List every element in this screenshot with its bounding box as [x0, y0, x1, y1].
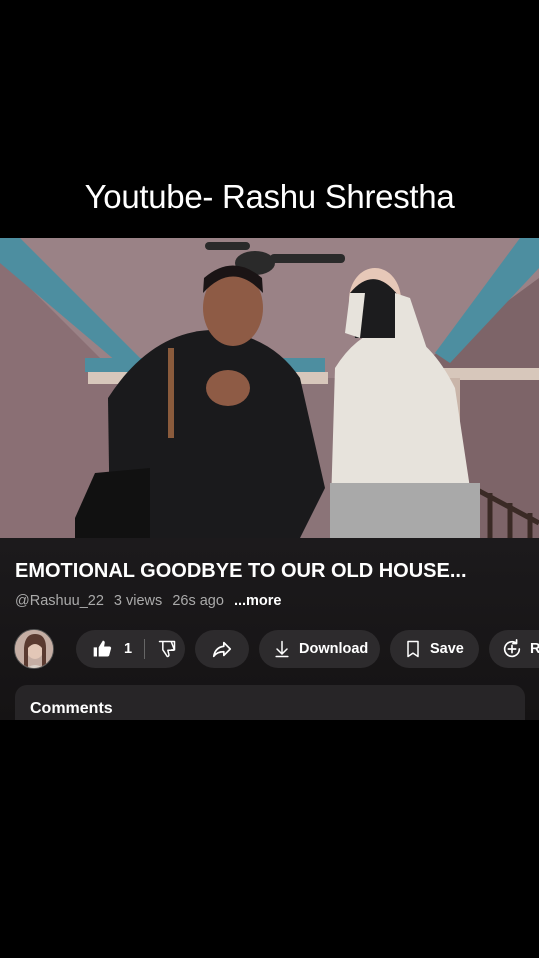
download-icon [272, 639, 292, 659]
download-label: Download [299, 641, 369, 657]
remix-label: Re [530, 641, 539, 657]
like-count: 1 [124, 641, 133, 657]
avatar-image [15, 630, 53, 668]
upload-age: 26s ago [172, 593, 224, 609]
comments-section[interactable]: Comments [15, 685, 525, 720]
share-button[interactable] [195, 630, 249, 668]
action-bar: 1 Download Save R [14, 629, 539, 669]
save-icon [403, 639, 423, 659]
channel-avatar[interactable] [14, 629, 54, 669]
share-icon [211, 638, 233, 660]
video-title[interactable]: EMOTIONAL GOODBYE TO OUR OLD HOUSE... [15, 560, 467, 583]
more-link[interactable]: ...more [234, 593, 282, 609]
like-separator [144, 639, 146, 659]
download-button[interactable]: Download [259, 630, 380, 668]
like-icon[interactable] [92, 639, 112, 659]
view-count: 3 views [113, 593, 163, 609]
remix-button[interactable]: Re [489, 630, 539, 668]
dislike-icon[interactable] [157, 639, 177, 659]
comments-label: Comments [30, 700, 113, 717]
channel-handle[interactable]: @Rashuu_22 [15, 593, 104, 609]
video-meta: @Rashuu_22 3 views 26s ago ...more [15, 593, 288, 609]
video-player[interactable] [0, 238, 539, 538]
remix-icon [501, 638, 523, 660]
overlay-caption: Youtube- Rashu Shrestha [84, 178, 455, 215]
video-info-panel: EMOTIONAL GOODBYE TO OUR OLD HOUSE... @R… [0, 538, 539, 720]
save-label: Save [430, 641, 464, 657]
save-button[interactable]: Save [390, 630, 479, 668]
like-dislike-pill: 1 [76, 630, 185, 668]
video-frame [0, 238, 539, 538]
